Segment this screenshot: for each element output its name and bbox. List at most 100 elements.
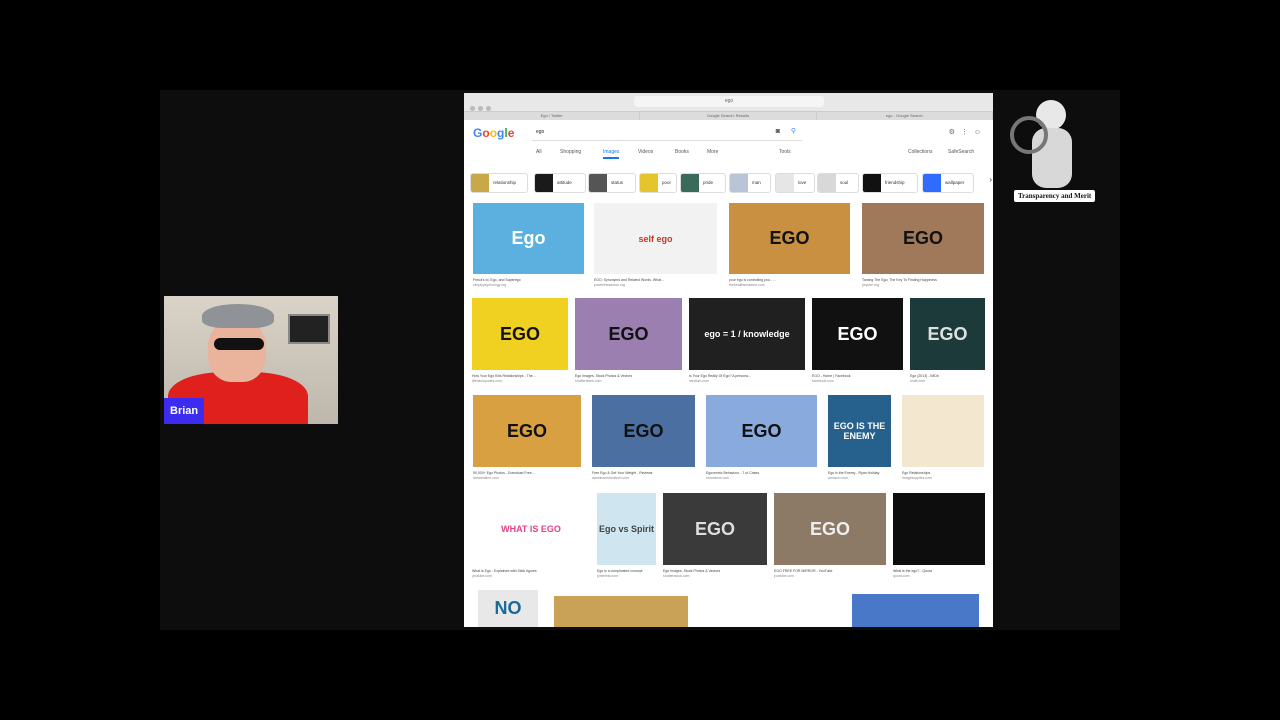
result-thumbnail[interactable]: NO — [478, 590, 538, 627]
chip-pride[interactable]: pride — [680, 173, 726, 193]
search-tab-shopping[interactable]: Shopping — [560, 149, 581, 155]
result-thumbnail[interactable] — [902, 395, 984, 467]
result-title[interactable]: Is Your Ego Really Of Ego? A persona... — [689, 374, 805, 378]
search-tab-books[interactable]: Books — [675, 149, 689, 155]
result-thumbnail[interactable] — [852, 594, 979, 627]
result-source: thehealthsessions.com — [729, 283, 765, 287]
search-tab-tools[interactable]: Tools — [779, 149, 791, 155]
result-title[interactable]: your ego is controlling you - ... — [729, 278, 850, 282]
result-title[interactable]: Ego Relationships — [902, 471, 984, 475]
chip-label: attitude — [557, 180, 572, 185]
result-title[interactable]: Ego Images, Stock Photos & Vectors — [575, 374, 682, 378]
result-title[interactable]: Ego is a complicated concept — [597, 569, 656, 573]
google-header: Google ego ◙ ⚲ ⚙⋮☺ — [464, 120, 993, 146]
result-title[interactable]: What is Ego - Explained with Stick figur… — [472, 569, 590, 573]
result-title[interactable]: EGO: Synonyms and Related Words. What... — [594, 278, 717, 282]
result-source: facebook.com — [812, 379, 834, 383]
search-tab-images[interactable]: Images — [603, 149, 620, 159]
chip-poor[interactable]: poor — [639, 173, 677, 193]
result-source: lifehackquotes.com — [472, 379, 502, 383]
browser-toolbar: ego — [464, 93, 993, 112]
search-tab-all[interactable]: All — [536, 149, 542, 155]
chip-label: man — [752, 180, 761, 185]
result-thumbnail[interactable]: EGO — [575, 298, 682, 370]
result-thumbnail[interactable]: EGO — [774, 493, 886, 565]
chip-wallpaper[interactable]: wallpaper — [922, 173, 974, 193]
result-source: psyche.org — [862, 283, 880, 287]
result-title[interactable]: 50,000+ Ego Photos - Download Free... — [473, 471, 581, 475]
result-title[interactable]: Taming The Ego: The Key To Finding Happi… — [862, 278, 984, 282]
result-thumbnail[interactable] — [554, 596, 688, 627]
account-icons[interactable]: ⚙⋮☺ — [949, 128, 987, 136]
search-tab-videos[interactable]: Videos — [638, 149, 653, 155]
result-title[interactable]: EGO - Home | Facebook — [812, 374, 903, 378]
address-bar[interactable]: ego — [634, 96, 824, 107]
result-source: imagesupplies.com — [902, 476, 932, 480]
chip-love[interactable]: love — [775, 173, 815, 193]
result-source: quora.com — [893, 574, 910, 578]
chip-label: pride — [703, 180, 714, 185]
result-thumbnail[interactable]: self ego — [594, 203, 717, 274]
result-thumbnail[interactable]: EGO — [729, 203, 850, 274]
result-thumbnail[interactable]: Ego vs Spirit — [597, 493, 656, 565]
camera-icon[interactable]: ◙ — [776, 124, 780, 140]
chip-thumbnail — [681, 174, 699, 192]
chip-friendship[interactable]: friendship — [862, 173, 918, 193]
chip-relationship[interactable]: relationship — [470, 173, 528, 193]
related-chips: relationship attitude status poor pride man lo… — [470, 173, 992, 193]
search-nav: All Shopping Images Videos Books More Tools Col… — [464, 146, 993, 160]
result-thumbnail[interactable]: EGO — [473, 395, 581, 467]
result-thumbnail[interactable]: Ego — [473, 203, 584, 274]
result-source: carnatene.com — [706, 476, 730, 480]
result-title[interactable]: EGO FREE FOR MIRROR - YouTube — [774, 569, 886, 573]
presenter-name-badge: Brian — [164, 398, 205, 424]
chip-status[interactable]: status — [588, 173, 636, 193]
chip-thumbnail — [923, 174, 941, 192]
result-title[interactable]: Ego Images, Stock Photos & Vectors — [663, 569, 767, 573]
result-thumbnail[interactable]: ego = 1 / knowledge — [689, 298, 805, 370]
result-title[interactable]: What is the ego? - Quora — [893, 569, 985, 573]
result-thumbnail[interactable]: WHAT IS EGO — [472, 493, 590, 565]
chip-label: love — [798, 180, 807, 185]
window-controls[interactable] — [470, 98, 494, 116]
browser-window: ego Ego / Twitter Google Search: Results e… — [464, 93, 993, 627]
result-thumbnail[interactable]: EGO — [910, 298, 985, 370]
result-title[interactable]: Free Ego & Get Your Weight - Reviews — [592, 471, 695, 475]
chip-attitude[interactable]: attitude — [534, 173, 586, 193]
result-thumbnail[interactable]: EGO IS THE ENEMY — [828, 395, 891, 467]
result-thumbnail[interactable]: EGO — [812, 298, 903, 370]
google-logo[interactable]: Google — [473, 126, 514, 140]
result-source: shutterstock.com — [575, 379, 602, 383]
result-thumbnail[interactable] — [893, 493, 985, 565]
chip-thumbnail — [730, 174, 748, 192]
result-thumbnail[interactable]: EGO — [472, 298, 568, 370]
result-source: pinterest.com — [597, 574, 619, 578]
result-title[interactable]: How Your Ego Kills Relationships - The..… — [472, 374, 568, 378]
chip-soul[interactable]: soul — [817, 173, 859, 193]
browser-tab[interactable]: ego - Google Search — [817, 112, 993, 120]
result-title[interactable]: Egocentric Behaviour - 7 of Crises — [706, 471, 817, 475]
result-title[interactable]: Ego is the Enemy - Ryan Holiday — [828, 471, 891, 475]
presenter-cap — [202, 304, 274, 328]
search-icon[interactable]: ⚲ — [791, 124, 796, 140]
result-thumbnail[interactable]: EGO — [663, 493, 767, 565]
result-source: dreamstime.com — [473, 476, 499, 480]
chevron-right-icon[interactable]: › — [989, 175, 992, 184]
search-tab-collections[interactable]: Collections — [908, 149, 932, 155]
search-tab-more[interactable]: More — [707, 149, 718, 155]
search-input[interactable]: ego ◙ ⚲ — [532, 124, 802, 141]
chip-man[interactable]: man — [729, 173, 771, 193]
result-title[interactable]: Freud's Id, Ego, and Superego — [473, 278, 584, 282]
result-thumbnail[interactable]: EGO — [706, 395, 817, 467]
chip-thumbnail — [589, 174, 607, 192]
search-tab-safesearch[interactable]: SafeSearch — [948, 149, 974, 155]
chip-thumbnail — [535, 174, 553, 192]
result-title[interactable]: Ego (2013) - IMDb — [910, 374, 985, 378]
result-thumbnail[interactable] — [699, 596, 839, 627]
result-thumbnail[interactable]: EGO — [592, 395, 695, 467]
browser-tab[interactable]: Google Search: Results — [640, 112, 817, 120]
result-source: youtube.com — [472, 574, 493, 578]
logo-caption: Transparency and Merit — [1014, 190, 1096, 202]
chip-label: friendship — [885, 180, 905, 185]
result-thumbnail[interactable]: EGO — [862, 203, 984, 274]
